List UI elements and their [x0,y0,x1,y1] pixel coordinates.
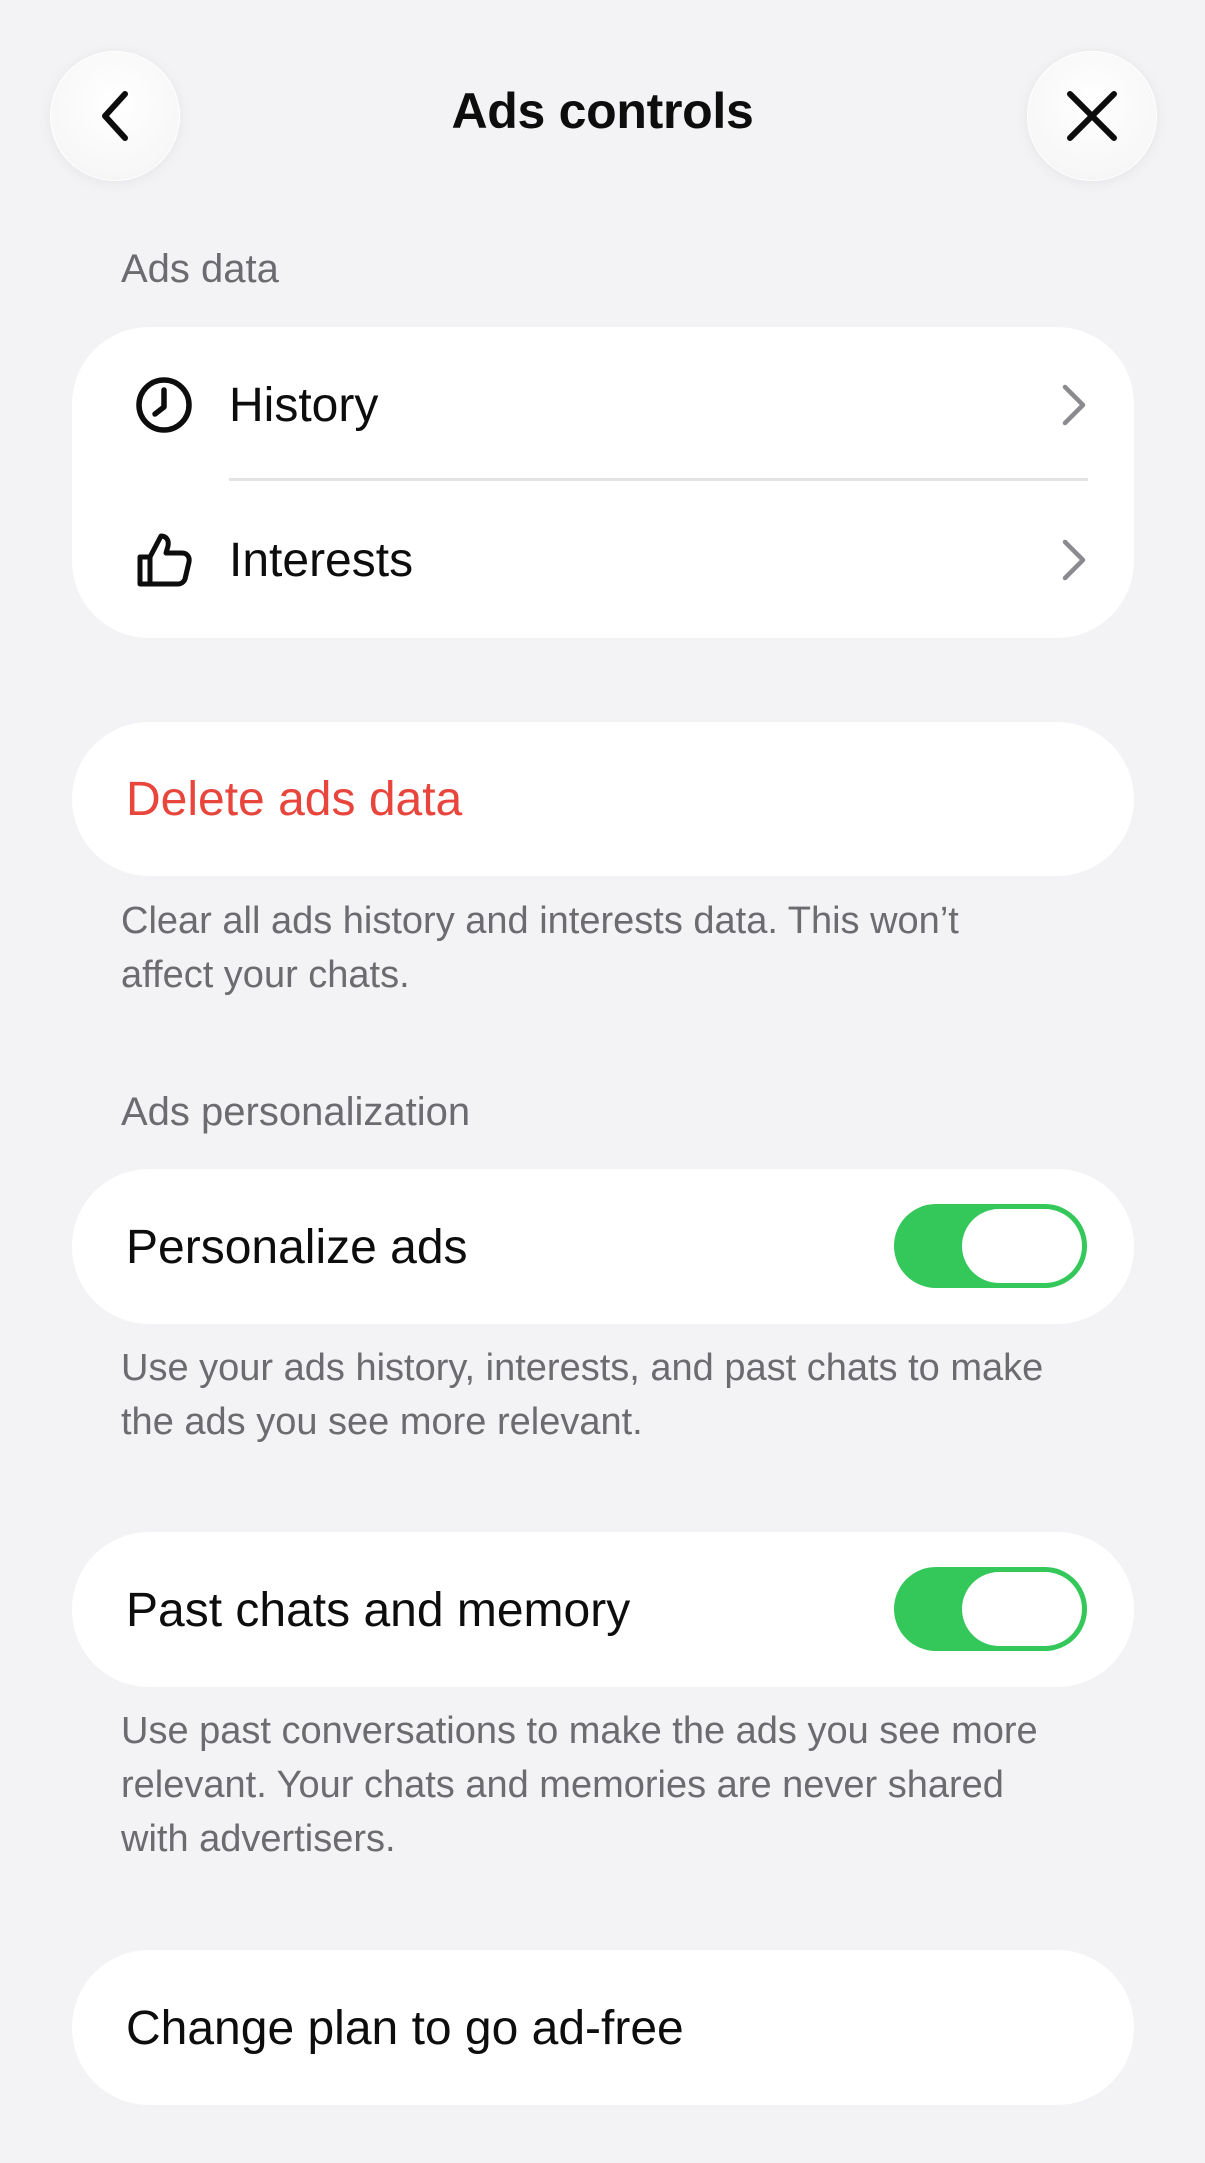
row-divider [229,478,1088,481]
change-plan-label: Change plan to go ad-free [126,2002,684,2055]
ads-data-card: History Interests [72,327,1134,638]
history-row[interactable]: History [72,327,1134,483]
delete-ads-data-button[interactable]: Delete ads data [72,722,1134,876]
personalize-ads-toggle[interactable] [894,1204,1087,1288]
interests-label: Interests [229,533,414,587]
close-button[interactable] [1027,51,1157,181]
delete-ads-data-label: Delete ads data [126,773,463,826]
toggle-knob [962,1209,1082,1283]
thumbs-up-icon [132,528,196,592]
change-plan-button[interactable]: Change plan to go ad-free [72,1950,1134,2105]
history-label: History [229,378,379,432]
interests-row[interactable]: Interests [72,482,1134,638]
past-chats-memory-toggle[interactable] [894,1567,1087,1651]
ads-data-section-label: Ads data [121,247,279,291]
page-title: Ads controls [451,83,754,139]
toggle-knob [962,1572,1082,1646]
personalize-ads-label: Personalize ads [126,1221,468,1274]
header: Ads controls [0,0,1205,232]
chevron-right-icon [1054,535,1094,585]
delete-ads-data-description: Clear all ads history and interests data… [121,900,959,996]
personalize-ads-row: Personalize ads [72,1169,1134,1324]
personalize-ads-description: Use your ads history, interests, and pas… [121,1347,1044,1443]
chevron-right-icon [1054,380,1094,430]
past-chats-memory-label: Past chats and memory [126,1584,631,1637]
past-chats-memory-description: Use past conversations to make the ads y… [121,1710,1038,1860]
past-chats-memory-row: Past chats and memory [72,1532,1134,1687]
close-icon [1064,88,1120,144]
clock-icon [132,373,196,437]
ads-personalization-section-label: Ads personalization [121,1090,471,1134]
